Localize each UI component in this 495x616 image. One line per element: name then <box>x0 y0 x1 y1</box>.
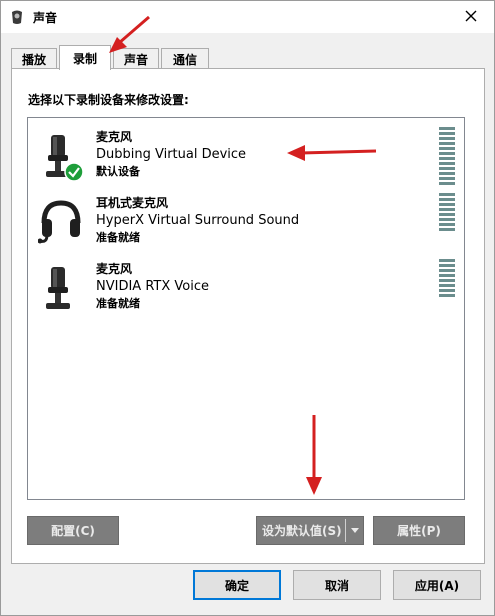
recording-panel: 选择以下录制设备来修改设置: 麦克风 Dubbing Virtual Devic… <box>11 68 485 564</box>
properties-button[interactable]: 属性(P) <box>373 516 465 545</box>
close-button[interactable] <box>456 5 486 29</box>
level-meter <box>439 127 455 187</box>
list-item[interactable]: 麦克风 NVIDIA RTX Voice 准备就绪 <box>28 256 464 322</box>
chevron-down-icon[interactable] <box>347 517 363 544</box>
level-meter <box>439 193 455 253</box>
device-name: 耳机式麦克风 <box>96 196 169 210</box>
device-name: 麦克风 <box>96 262 133 276</box>
set-default-label: 设为默认值(S) <box>262 524 342 538</box>
cancel-button[interactable]: 取消 <box>293 570 381 600</box>
speaker-icon <box>10 9 24 25</box>
device-text: 麦克风 Dubbing Virtual Device 默认设备 <box>96 129 246 180</box>
tab-sounds[interactable]: 声音 <box>113 48 159 69</box>
instruction-text: 选择以下录制设备来修改设置: <box>28 93 189 107</box>
device-text: 耳机式麦克风 HyperX Virtual Surround Sound 准备就… <box>96 195 299 246</box>
tab-communications[interactable]: 通信 <box>161 48 209 69</box>
window-title: 声音 <box>33 11 58 25</box>
ok-button[interactable]: 确定 <box>193 570 281 600</box>
device-name: 麦克风 <box>96 130 133 144</box>
sound-dialog: 声音 播放 录制 声音 通信 选择以下录制设备来修改设置: 麦克风 Dubbin… <box>0 0 495 616</box>
title-bar: 声音 <box>1 1 494 33</box>
device-status: 准备就绪 <box>96 297 140 310</box>
device-description: NVIDIA RTX Voice <box>96 279 209 294</box>
close-icon <box>465 10 477 25</box>
configure-button[interactable]: 配置(C) <box>27 516 119 545</box>
set-default-button[interactable]: 设为默认值(S) <box>256 516 364 545</box>
device-description: Dubbing Virtual Device <box>96 147 247 162</box>
split-divider <box>345 519 346 542</box>
microphone-icon <box>38 263 84 315</box>
apply-button[interactable]: 应用(A) <box>393 570 481 600</box>
tab-playback[interactable]: 播放 <box>11 48 57 69</box>
device-status: 准备就绪 <box>96 231 140 244</box>
list-item[interactable]: 麦克风 Dubbing Virtual Device 默认设备 <box>28 124 464 190</box>
level-meter <box>439 259 455 319</box>
device-description: HyperX Virtual Surround Sound <box>96 213 300 228</box>
tab-recording[interactable]: 录制 <box>59 45 111 70</box>
device-status: 默认设备 <box>96 165 140 178</box>
default-check-icon <box>64 162 84 185</box>
device-list[interactable]: 麦克风 Dubbing Virtual Device 默认设备 耳机式麦克风 H… <box>27 117 465 500</box>
list-item[interactable]: 耳机式麦克风 HyperX Virtual Surround Sound 准备就… <box>28 190 464 256</box>
device-text: 麦克风 NVIDIA RTX Voice 准备就绪 <box>96 261 209 312</box>
headset-icon <box>37 197 84 249</box>
